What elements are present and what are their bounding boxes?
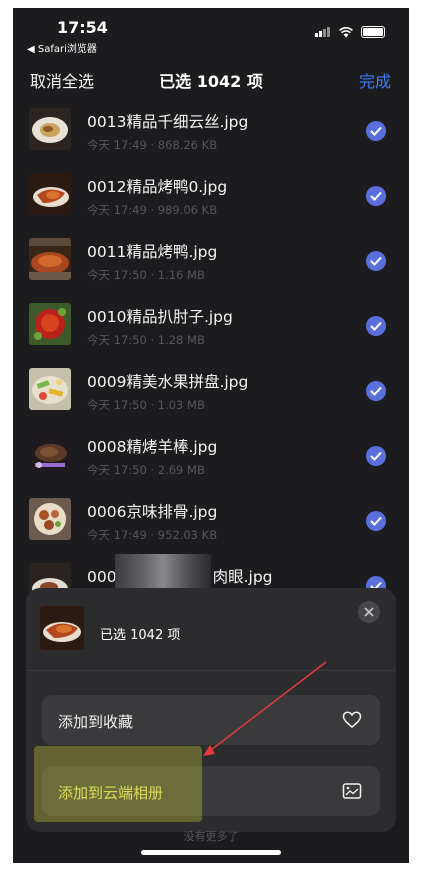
action-sheet: 已选 1042 项 添加到收藏 添加到云端相册 [26, 588, 396, 832]
photo-album-icon [342, 783, 362, 799]
close-icon[interactable] [358, 601, 380, 623]
file-row[interactable]: 0012精品烤鸭0.jpg 今天 17:49 · 989.06 KB [13, 167, 409, 231]
selected-count-label: 已选 1042 项 [100, 628, 181, 643]
wifi-icon [339, 26, 353, 37]
file-meta: 今天 17:50 · 1.03 MB [87, 398, 205, 412]
add-to-favorites-label: 添加到收藏 [58, 713, 134, 731]
battery-icon [361, 26, 385, 38]
status-icons [315, 26, 385, 38]
no-more-label: 没有更多了 [183, 830, 239, 843]
file-row[interactable]: 0006京味排骨.jpg 今天 17:49 · 952.03 KB [13, 492, 409, 556]
fruit-platter-thumbnail [29, 368, 71, 410]
file-meta: 今天 17:50 · 1.16 MB [87, 268, 205, 282]
phone-screen: 17:54 ◀ Safari浏览器 取消全选 已选 1042 项 完成 0013… [13, 8, 409, 863]
heart-icon [342, 711, 362, 728]
done-button[interactable]: 完成 [359, 68, 391, 92]
file-meta: 今天 17:50 · 2.69 MB [87, 463, 205, 477]
add-to-cloud-album-button[interactable]: 添加到云端相册 [42, 766, 380, 816]
file-row[interactable]: 0008精烤羊棒.jpg 今天 17:50 · 2.69 MB [13, 427, 409, 491]
add-to-favorites-button[interactable]: 添加到收藏 [42, 695, 380, 745]
file-row[interactable]: 0013精品千细云丝.jpg 今天 17:49 · 868.26 KB [13, 102, 409, 166]
checkmark-circle-icon[interactable] [366, 446, 386, 466]
redacted-text-blur [115, 554, 211, 588]
sheet-divider [26, 670, 396, 671]
file-name: 0011精品烤鸭.jpg [87, 243, 218, 261]
plate-noodles-thumbnail [29, 108, 71, 150]
file-row[interactable]: 0010精品扒肘子.jpg 今天 17:50 · 1.28 MB [13, 297, 409, 361]
file-name: 0010精品扒肘子.jpg [87, 308, 233, 326]
back-to-safari-link[interactable]: ◀ Safari浏览器 [27, 40, 97, 55]
add-to-cloud-album-label: 添加到云端相册 [58, 784, 164, 802]
checkmark-circle-icon[interactable] [366, 316, 386, 336]
file-meta: 今天 17:50 · 1.28 MB [87, 333, 205, 347]
roast-duck-thumbnail [40, 606, 84, 650]
status-time: 17:54 [57, 18, 108, 37]
braised-pork-thumbnail [29, 303, 71, 345]
file-name-end: 肉眼.jpg [212, 568, 273, 586]
file-name-start: 000 [87, 568, 117, 586]
checkmark-circle-icon[interactable] [366, 381, 386, 401]
file-row[interactable]: 0011精品烤鸭.jpg 今天 17:50 · 1.16 MB [13, 232, 409, 296]
roast-duck-thumbnail [29, 173, 71, 215]
file-meta: 今天 17:49 · 868.26 KB [87, 138, 218, 152]
file-name: 0013精品千细云丝.jpg [87, 113, 249, 131]
file-meta: 今天 17:49 · 989.06 KB [87, 203, 218, 217]
roast-duck-thumbnail [29, 238, 71, 280]
file-name: 0008精烤羊棒.jpg [87, 438, 218, 456]
home-indicator[interactable] [141, 850, 281, 855]
checkmark-circle-icon[interactable] [366, 251, 386, 271]
file-meta: 今天 17:49 · 952.03 KB [87, 528, 218, 542]
checkmark-circle-icon[interactable] [366, 186, 386, 206]
file-name: 0012精品烤鸭0.jpg [87, 178, 228, 196]
file-row[interactable]: 0009精美水果拼盘.jpg 今天 17:50 · 1.03 MB [13, 362, 409, 426]
file-name: 0006京味排骨.jpg [87, 503, 218, 521]
file-name: 0009精美水果拼盘.jpg [87, 373, 249, 391]
checkmark-circle-icon[interactable] [366, 121, 386, 141]
lamb-shank-thumbnail [29, 433, 71, 475]
selection-title: 已选 1042 项 [159, 72, 263, 91]
checkmark-circle-icon[interactable] [366, 511, 386, 531]
spare-ribs-thumbnail [29, 498, 71, 540]
cellular-signal-icon [315, 27, 331, 37]
